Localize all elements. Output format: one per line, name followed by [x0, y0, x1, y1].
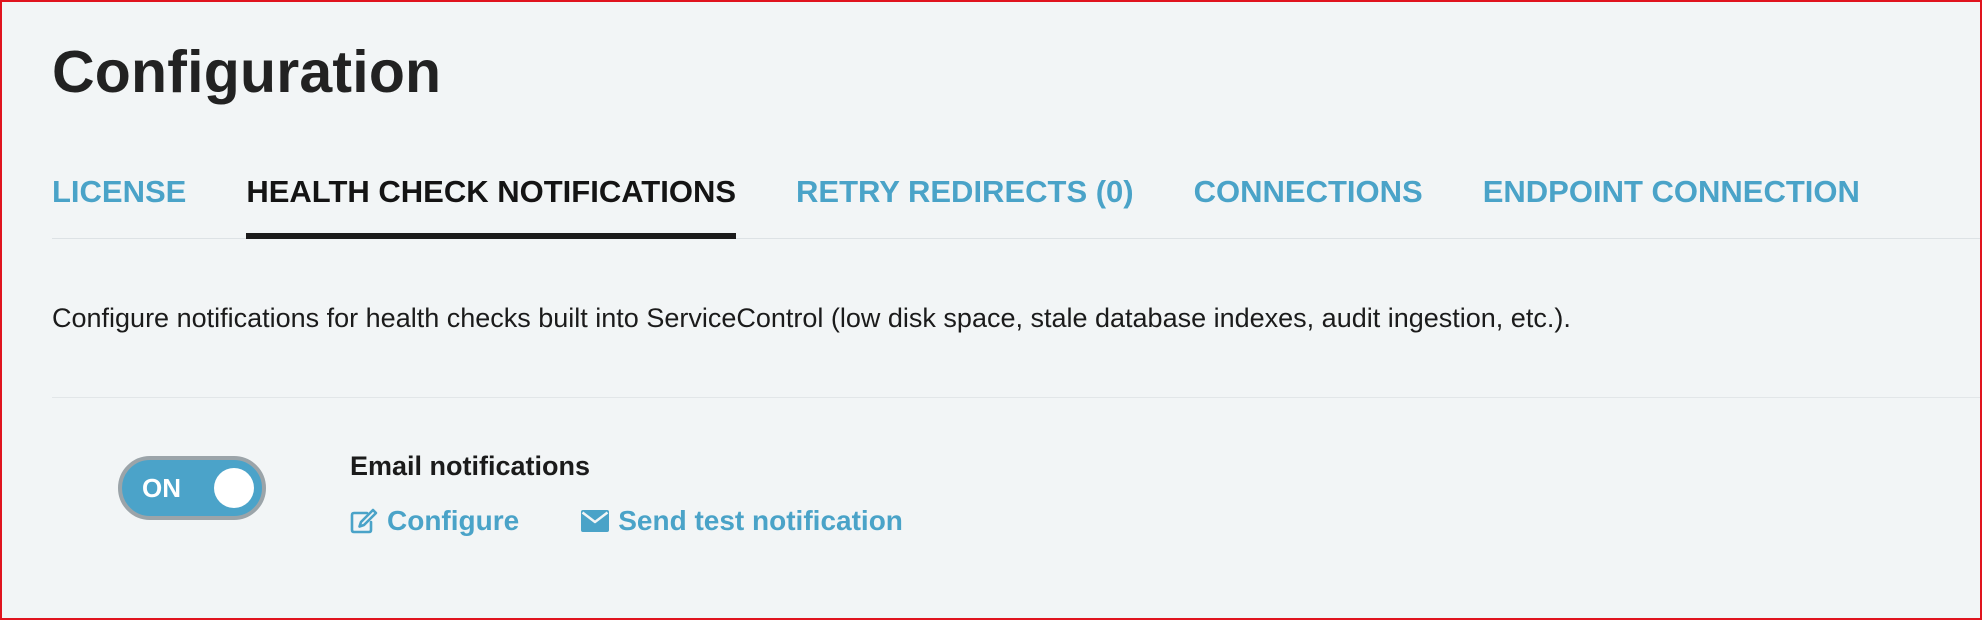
section-divider [52, 397, 1980, 398]
send-test-notification-link[interactable]: Send test notification [581, 502, 903, 540]
envelope-icon [581, 510, 610, 532]
tab-health-check-notifications[interactable]: HEALTH CHECK NOTIFICATIONS [246, 164, 736, 239]
configure-label: Configure [387, 505, 520, 536]
page-title: Configuration [52, 39, 442, 105]
email-notification-actions: Configure Send test notification [350, 502, 965, 540]
edit-icon [350, 508, 378, 534]
email-notifications-toggle[interactable]: ON [118, 456, 266, 520]
toggle-state-label: ON [142, 473, 181, 503]
config-tabs: LICENSE HEALTH CHECK NOTIFICATIONS RETRY… [52, 164, 1980, 239]
tab-retry-redirects[interactable]: RETRY REDIRECTS (0) [796, 164, 1134, 238]
toggle-knob [214, 468, 254, 508]
tab-license[interactable]: LICENSE [52, 164, 186, 238]
app-frame: Configuration LICENSE HEALTH CHECK NOTIF… [0, 0, 1982, 620]
health-check-description: Configure notifications for health check… [52, 303, 1571, 333]
tab-connections[interactable]: CONNECTIONS [1194, 164, 1423, 238]
send-test-notification-label: Send test notification [618, 505, 903, 536]
configure-link[interactable]: Configure [350, 502, 519, 540]
email-notifications-title: Email notifications [350, 451, 591, 481]
tab-endpoint-connection[interactable]: ENDPOINT CONNECTION [1483, 164, 1860, 238]
